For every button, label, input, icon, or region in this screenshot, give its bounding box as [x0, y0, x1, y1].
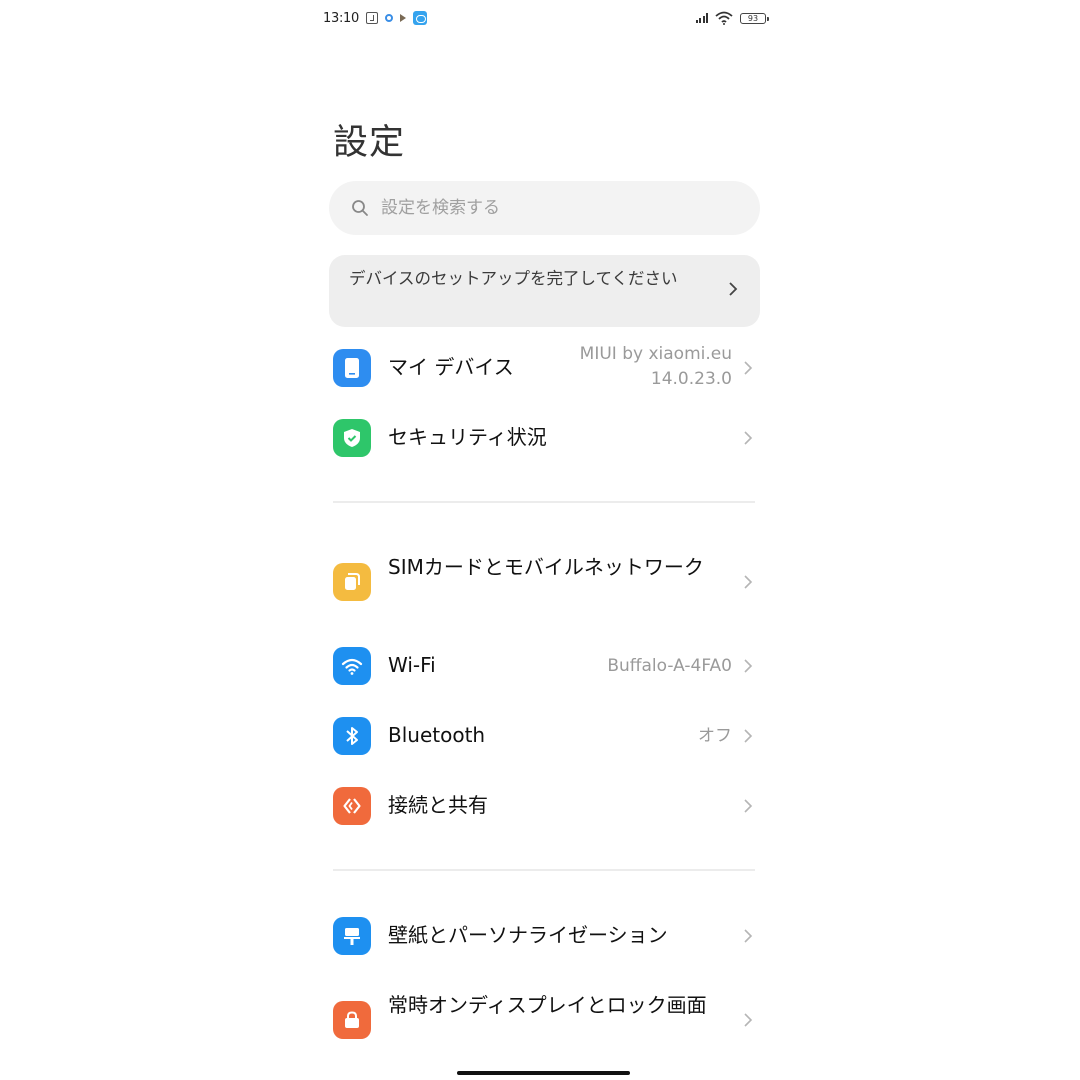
sim-card-icon — [333, 563, 371, 601]
search-input[interactable] — [381, 198, 721, 218]
gear-icon — [384, 14, 393, 22]
status-time: 13:10 — [323, 10, 359, 26]
connection-share-icon — [333, 787, 371, 825]
settings-item-sim[interactable]: SIMカードとモバイルネットワーク — [315, 550, 770, 614]
lock-icon — [333, 1001, 371, 1039]
phone-icon — [333, 349, 371, 387]
play-icon — [399, 14, 406, 22]
chevron-right-icon — [744, 575, 753, 589]
settings-item-security[interactable]: セキュリティ状況 — [315, 410, 770, 466]
settings-item-label: セキュリティ状況 — [388, 425, 547, 449]
firmware-name: MIUI by xiaomi.eu — [579, 344, 732, 364]
paint-brush-icon — [333, 917, 371, 955]
page-title: 設定 — [333, 123, 406, 163]
chevron-right-icon — [744, 729, 753, 743]
wifi-icon — [333, 647, 371, 685]
settings-item-my-device[interactable]: マイ デバイス MIUI by xiaomi.eu 14.0.23.0 — [315, 340, 770, 396]
status-bar: 13:10 93 — [323, 8, 769, 28]
settings-item-label: Bluetooth — [388, 723, 486, 747]
settings-item-label: 壁紙とパーソナライゼーション — [388, 923, 668, 947]
settings-item-label: 接続と共有 — [388, 793, 488, 817]
chevron-right-icon — [744, 659, 753, 673]
settings-item-value: Buffalo-A-4FA0 — [607, 656, 732, 676]
chevron-right-icon — [729, 282, 738, 296]
section-divider — [333, 869, 755, 871]
settings-screen: 13:10 93 設定 デバイスのセッ — [315, 0, 770, 1080]
settings-item-bluetooth[interactable]: Bluetooth オフ — [315, 708, 770, 764]
home-indicator[interactable] — [457, 1071, 630, 1075]
wifi-icon — [715, 11, 733, 25]
settings-item-connection-sharing[interactable]: 接続と共有 — [315, 778, 770, 834]
shield-check-icon — [333, 419, 371, 457]
firmware-version: 14.0.23.0 — [650, 369, 732, 389]
section-divider — [333, 501, 755, 503]
battery-icon: 93 — [740, 12, 769, 24]
settings-item-lock-screen[interactable]: 常時オンディスプレイとロック画面 — [315, 988, 770, 1052]
search-icon — [352, 200, 368, 216]
chevron-right-icon — [744, 929, 753, 943]
nfc-icon — [365, 12, 378, 24]
settings-item-value: オフ — [698, 726, 732, 746]
setup-banner-text: デバイスのセットアップを完了してください — [349, 269, 678, 288]
settings-item-value: MIUI by xiaomi.eu 14.0.23.0 — [580, 342, 732, 392]
chevron-right-icon — [744, 361, 753, 375]
settings-item-label: SIMカードとモバイルネットワーク — [388, 555, 704, 579]
cloud-icon — [412, 11, 427, 25]
bluetooth-icon — [333, 717, 371, 755]
chevron-right-icon — [744, 1013, 753, 1027]
settings-item-label: 常時オンディスプレイとロック画面 — [388, 993, 707, 1017]
settings-item-wifi[interactable]: Wi-Fi Buffalo-A-4FA0 — [315, 638, 770, 694]
setup-banner[interactable]: デバイスのセットアップを完了してください — [329, 255, 760, 327]
search-bar[interactable] — [329, 181, 760, 235]
chevron-right-icon — [744, 799, 753, 813]
settings-item-wallpaper[interactable]: 壁紙とパーソナライゼーション — [315, 908, 770, 964]
chevron-right-icon — [744, 431, 753, 445]
signal-icon — [695, 13, 708, 23]
